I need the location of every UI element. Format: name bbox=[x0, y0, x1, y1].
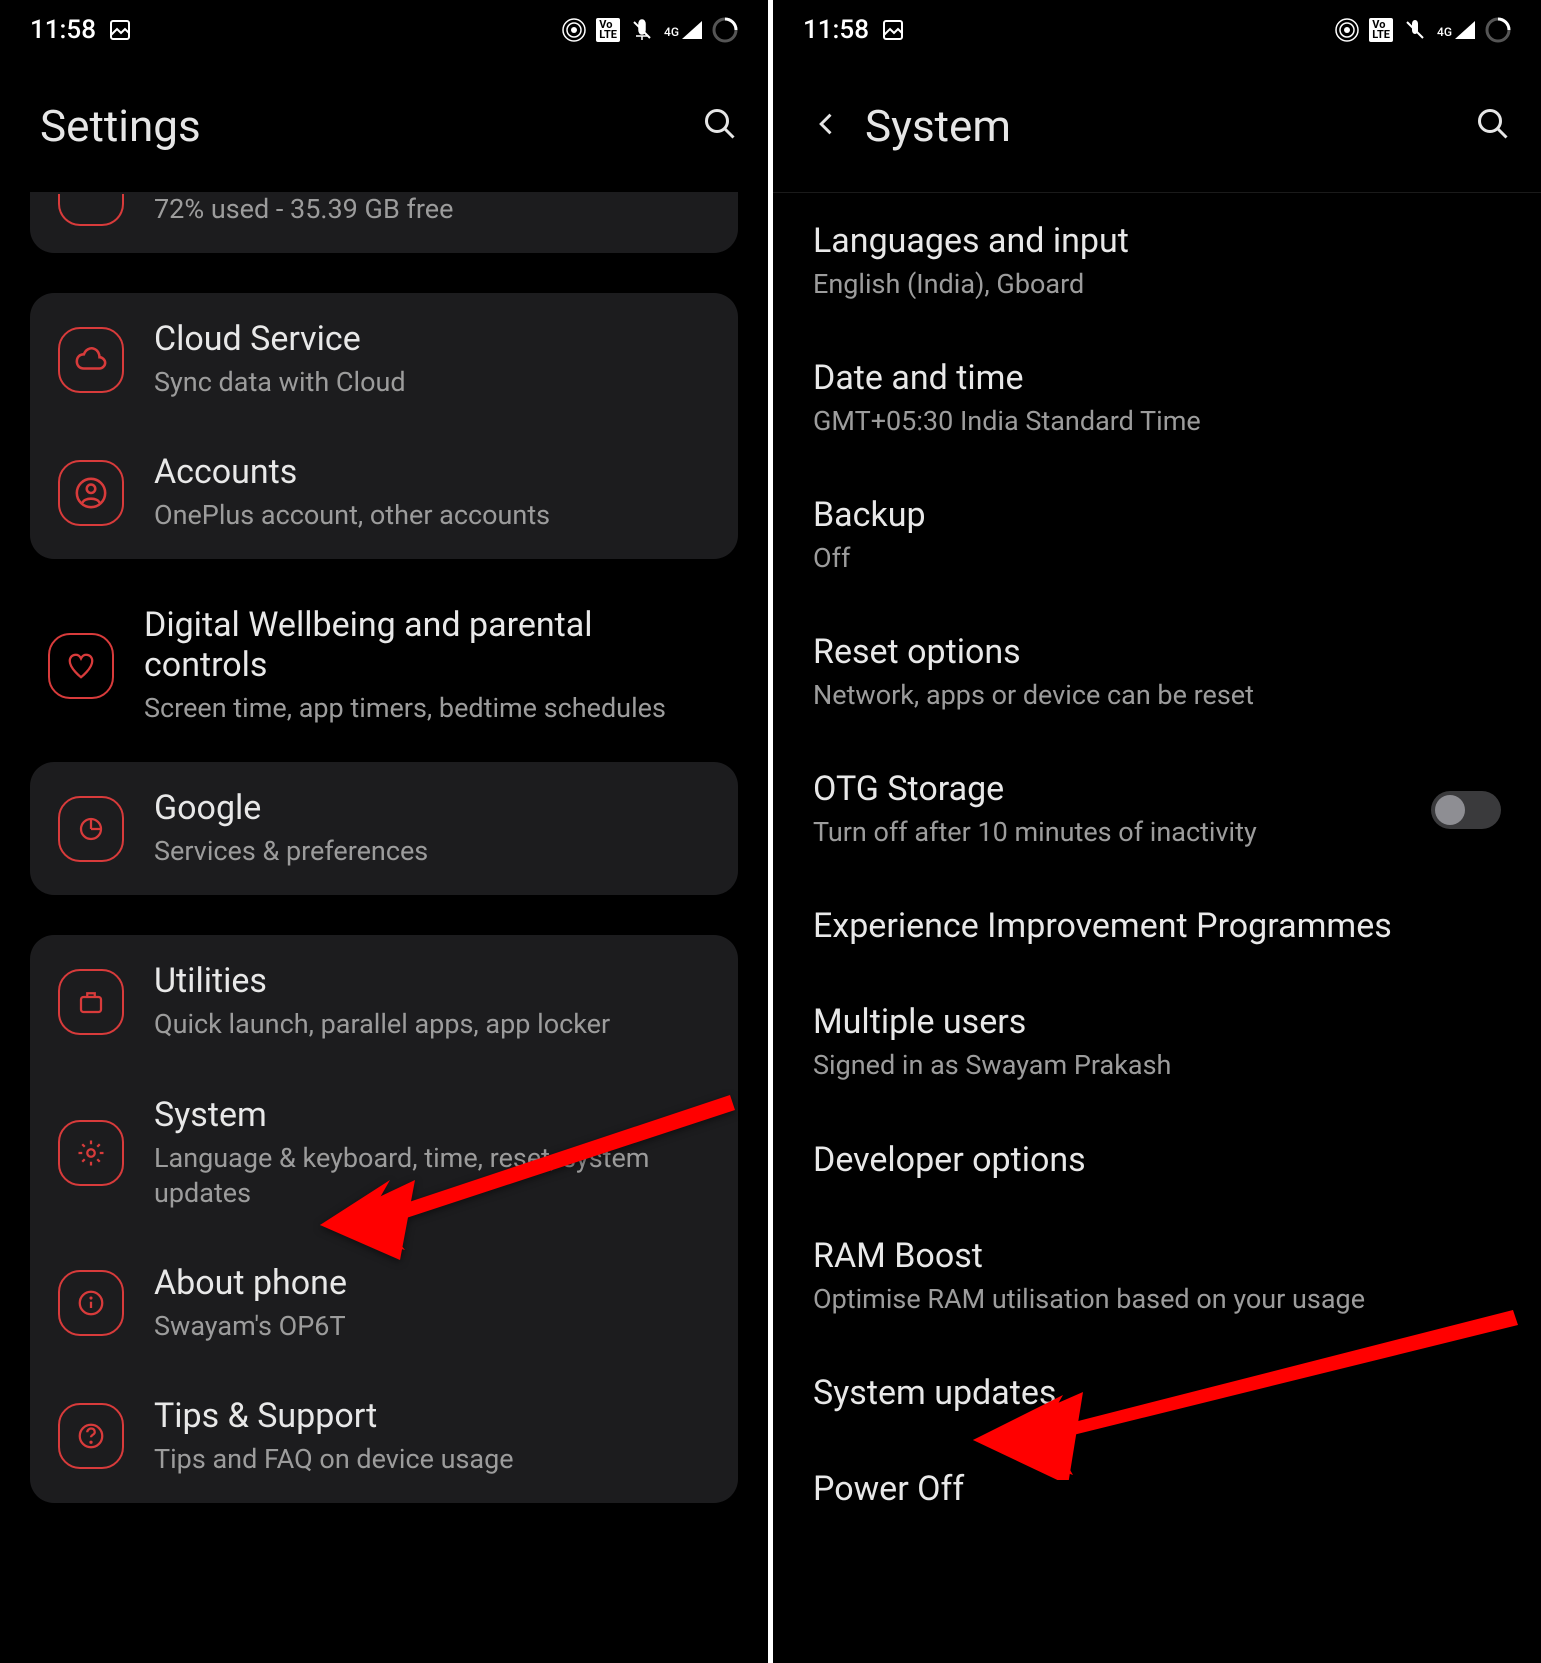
google-row[interactable]: Google Services & preferences bbox=[30, 762, 738, 895]
tips-title: Tips & Support bbox=[154, 1396, 710, 1436]
system-settings-screen: 11:58 VoLTE 4G bbox=[773, 0, 1541, 1663]
google-sub: Services & preferences bbox=[154, 834, 710, 869]
backup-title: Backup bbox=[813, 495, 1501, 535]
accounts-card: Cloud Service Sync data with Cloud Accou… bbox=[30, 293, 738, 559]
utilities-sub: Quick launch, parallel apps, app locker bbox=[154, 1007, 710, 1042]
about-title: About phone bbox=[154, 1263, 710, 1303]
power-title: Power Off bbox=[813, 1469, 1501, 1509]
system-group-card: Utilities Quick launch, parallel apps, a… bbox=[30, 935, 738, 1502]
system-sub: Language & keyboard, time, reset, system… bbox=[154, 1141, 710, 1211]
toolbox-icon bbox=[58, 969, 124, 1035]
volte-icon: VoLTE bbox=[596, 18, 620, 42]
volte-icon: VoLTE bbox=[1369, 18, 1393, 42]
experience-title: Experience Improvement Programmes bbox=[813, 906, 1501, 946]
updates-title: System updates bbox=[813, 1373, 1501, 1413]
page-title: Settings bbox=[40, 100, 201, 152]
mute-icon bbox=[1403, 18, 1427, 42]
status-time: 11:58 bbox=[803, 15, 869, 45]
reset-title: Reset options bbox=[813, 632, 1501, 672]
power-off-row[interactable]: Power Off bbox=[773, 1441, 1541, 1537]
ram-sub: Optimise RAM utilisation based on your u… bbox=[813, 1282, 1501, 1317]
status-time: 11:58 bbox=[30, 15, 96, 45]
search-button[interactable] bbox=[702, 106, 738, 146]
datetime-sub: GMT+05:30 India Standard Time bbox=[813, 404, 1501, 439]
accounts-row[interactable]: Accounts OnePlus account, other accounts bbox=[30, 426, 738, 559]
otg-toggle[interactable] bbox=[1431, 791, 1501, 829]
google-icon bbox=[58, 796, 124, 862]
otg-sub: Turn off after 10 minutes of inactivity bbox=[813, 815, 1257, 850]
storage-subtitle: 72% used - 35.39 GB free bbox=[154, 192, 710, 227]
loading-icon bbox=[1485, 17, 1511, 43]
storage-card[interactable]: 72% used - 35.39 GB free bbox=[30, 192, 738, 253]
heart-icon bbox=[48, 633, 114, 699]
utilities-title: Utilities bbox=[154, 961, 710, 1001]
languages-sub: English (India), Gboard bbox=[813, 267, 1501, 302]
backup-sub: Off bbox=[813, 541, 1501, 576]
signal-4g-icon: 4G bbox=[664, 21, 702, 39]
question-icon bbox=[58, 1403, 124, 1469]
about-phone-row[interactable]: About phone Swayam's OP6T bbox=[30, 1237, 738, 1370]
accounts-sub: OnePlus account, other accounts bbox=[154, 498, 710, 533]
storage-icon bbox=[58, 194, 124, 226]
ram-title: RAM Boost bbox=[813, 1236, 1501, 1276]
google-title: Google bbox=[154, 788, 710, 828]
hotspot-icon bbox=[1335, 18, 1359, 42]
system-updates-row[interactable]: System updates bbox=[773, 1345, 1541, 1441]
datetime-title: Date and time bbox=[813, 358, 1501, 398]
gear-icon bbox=[58, 1120, 124, 1186]
page-title: System bbox=[865, 100, 1011, 152]
developer-row[interactable]: Developer options bbox=[773, 1112, 1541, 1208]
image-icon bbox=[108, 18, 132, 42]
languages-title: Languages and input bbox=[813, 221, 1501, 261]
developer-title: Developer options bbox=[813, 1140, 1501, 1180]
tips-sub: Tips and FAQ on device usage bbox=[154, 1442, 710, 1477]
cloud-icon bbox=[58, 327, 124, 393]
utilities-row[interactable]: Utilities Quick launch, parallel apps, a… bbox=[30, 935, 738, 1068]
system-header: System bbox=[773, 60, 1541, 192]
loading-icon bbox=[712, 17, 738, 43]
users-title: Multiple users bbox=[813, 1002, 1501, 1042]
cloud-title: Cloud Service bbox=[154, 319, 710, 359]
wellbeing-sub: Screen time, app timers, bedtime schedul… bbox=[144, 691, 720, 726]
back-button[interactable] bbox=[813, 110, 841, 142]
system-title: System bbox=[154, 1095, 710, 1135]
status-bar: 11:58 VoLTE 4G bbox=[773, 0, 1541, 60]
reset-row[interactable]: Reset options Network, apps or device ca… bbox=[773, 604, 1541, 741]
hotspot-icon bbox=[562, 18, 586, 42]
otg-title: OTG Storage bbox=[813, 769, 1257, 809]
search-button[interactable] bbox=[1475, 106, 1511, 146]
cloud-sub: Sync data with Cloud bbox=[154, 365, 710, 400]
mute-icon bbox=[630, 18, 654, 42]
system-row[interactable]: System Language & keyboard, time, reset,… bbox=[30, 1069, 738, 1237]
languages-row[interactable]: Languages and input English (India), Gbo… bbox=[773, 193, 1541, 330]
users-sub: Signed in as Swayam Prakash bbox=[813, 1048, 1501, 1083]
info-icon bbox=[58, 1270, 124, 1336]
settings-header: Settings bbox=[0, 60, 768, 192]
account-icon bbox=[58, 460, 124, 526]
users-row[interactable]: Multiple users Signed in as Swayam Praka… bbox=[773, 974, 1541, 1111]
settings-screen: 11:58 VoLTE 4G Settings bbox=[0, 0, 768, 1663]
about-sub: Swayam's OP6T bbox=[154, 1309, 710, 1344]
google-card: Google Services & preferences bbox=[30, 762, 738, 895]
tips-row[interactable]: Tips & Support Tips and FAQ on device us… bbox=[30, 1370, 738, 1503]
status-bar: 11:58 VoLTE 4G bbox=[0, 0, 768, 60]
toggle-knob bbox=[1435, 795, 1465, 825]
wellbeing-row[interactable]: Digital Wellbeing and parental controls … bbox=[0, 579, 768, 752]
signal-4g-icon: 4G bbox=[1437, 21, 1475, 39]
datetime-row[interactable]: Date and time GMT+05:30 India Standard T… bbox=[773, 330, 1541, 467]
accounts-title: Accounts bbox=[154, 452, 710, 492]
ram-row[interactable]: RAM Boost Optimise RAM utilisation based… bbox=[773, 1208, 1541, 1345]
backup-row[interactable]: Backup Off bbox=[773, 467, 1541, 604]
wellbeing-title: Digital Wellbeing and parental controls bbox=[144, 605, 720, 685]
otg-row[interactable]: OTG Storage Turn off after 10 minutes of… bbox=[773, 741, 1541, 878]
image-icon bbox=[881, 18, 905, 42]
cloud-service-row[interactable]: Cloud Service Sync data with Cloud bbox=[30, 293, 738, 426]
reset-sub: Network, apps or device can be reset bbox=[813, 678, 1501, 713]
experience-row[interactable]: Experience Improvement Programmes bbox=[773, 878, 1541, 974]
